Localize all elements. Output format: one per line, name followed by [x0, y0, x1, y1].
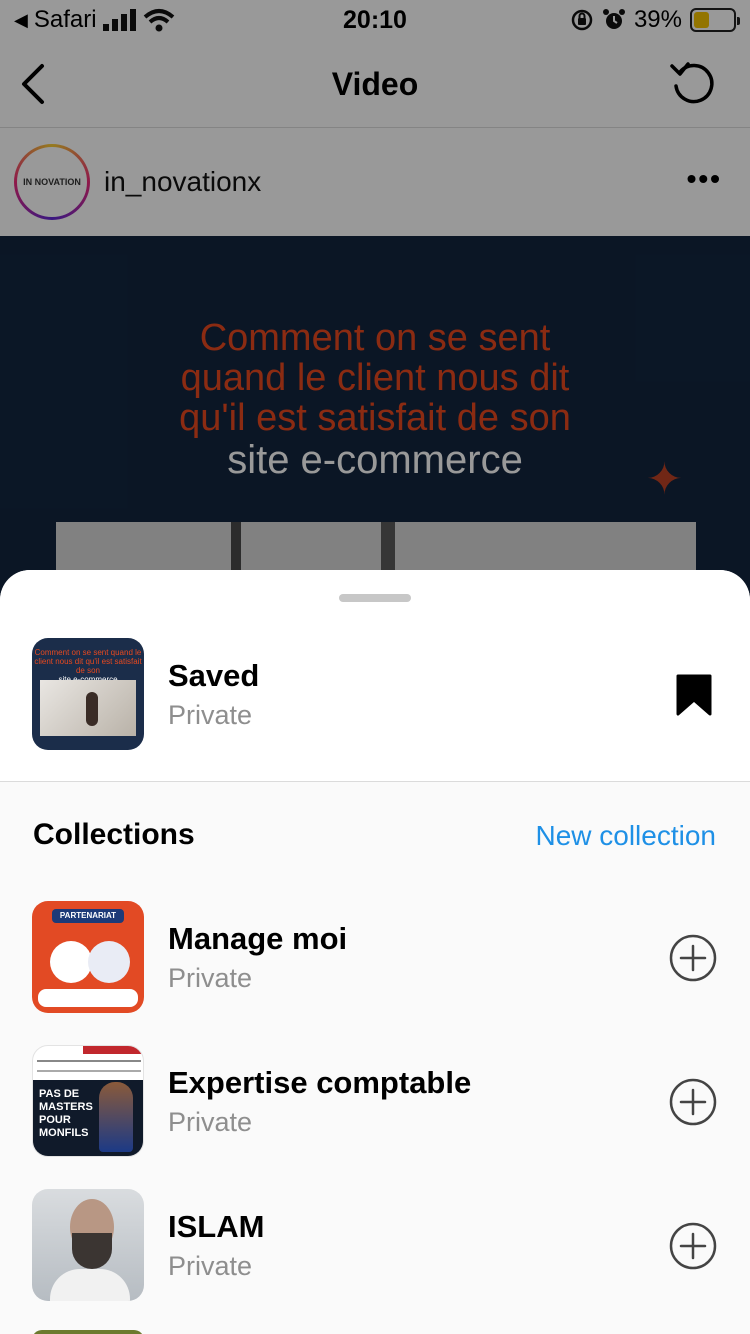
- collection-title[interactable]: ISLAM: [168, 1209, 264, 1245]
- collection-row[interactable]: PAS DE MASTERS POUR MONFILS Expertise co…: [0, 1045, 750, 1165]
- thumb-banner-text: PARTENARIAT: [52, 909, 124, 923]
- collection-thumbnail[interactable]: PAS DE MASTERS POUR MONFILS: [32, 1045, 144, 1157]
- thumb-person-beard: [72, 1233, 112, 1269]
- collection-thumbnail[interactable]: PARTENARIAT: [32, 901, 144, 1013]
- thumb-logo-circle: [88, 941, 130, 983]
- saved-thumbnail[interactable]: Comment on se sent quand le client nous …: [32, 638, 144, 750]
- saved-thumb-text: Comment on se sent quand le client nous …: [32, 648, 144, 684]
- collection-title[interactable]: Manage moi: [168, 921, 347, 957]
- collections-heading: Collections: [33, 818, 195, 851]
- save-bottom-sheet: Comment on se sent quand le client nous …: [0, 570, 750, 1334]
- saved-privacy: Private: [168, 700, 253, 730]
- collection-privacy: Private: [168, 1251, 253, 1281]
- collection-privacy: Private: [168, 963, 253, 993]
- saved-section: Comment on se sent quand le client nous …: [0, 570, 750, 782]
- bookmark-filled-icon[interactable]: [676, 674, 712, 716]
- thumb-person-robe: [50, 1269, 130, 1301]
- add-to-collection-icon[interactable]: [668, 933, 718, 983]
- add-to-collection-icon[interactable]: [668, 1221, 718, 1271]
- thumb-logo-circle: [50, 941, 92, 983]
- thumb-player-image: [99, 1082, 133, 1152]
- sheet-grabber[interactable]: [339, 594, 411, 602]
- add-to-collection-icon[interactable]: [668, 1077, 718, 1127]
- thumb-header-bar: [83, 1046, 143, 1054]
- collection-row[interactable]: PARTENARIAT Manage moi Private: [0, 901, 750, 1021]
- collection-privacy: Private: [168, 1107, 253, 1137]
- saved-thumb-text-top: Comment on se sent quand le client nous …: [34, 648, 142, 675]
- saved-thumb-image: [40, 680, 136, 736]
- collection-title[interactable]: Expertise comptable: [168, 1065, 471, 1101]
- collection-thumbnail-partial[interactable]: [32, 1330, 144, 1334]
- thumb-text-lines: [37, 1060, 141, 1072]
- saved-title[interactable]: Saved: [168, 658, 259, 694]
- new-collection-button[interactable]: New collection: [535, 820, 716, 852]
- thumb-caption: PAS DE MASTERS POUR MONFILS: [39, 1088, 93, 1139]
- collection-thumbnail[interactable]: [32, 1189, 144, 1301]
- thumb-footer: [38, 989, 138, 1007]
- collection-row[interactable]: ISLAM Private: [0, 1189, 750, 1309]
